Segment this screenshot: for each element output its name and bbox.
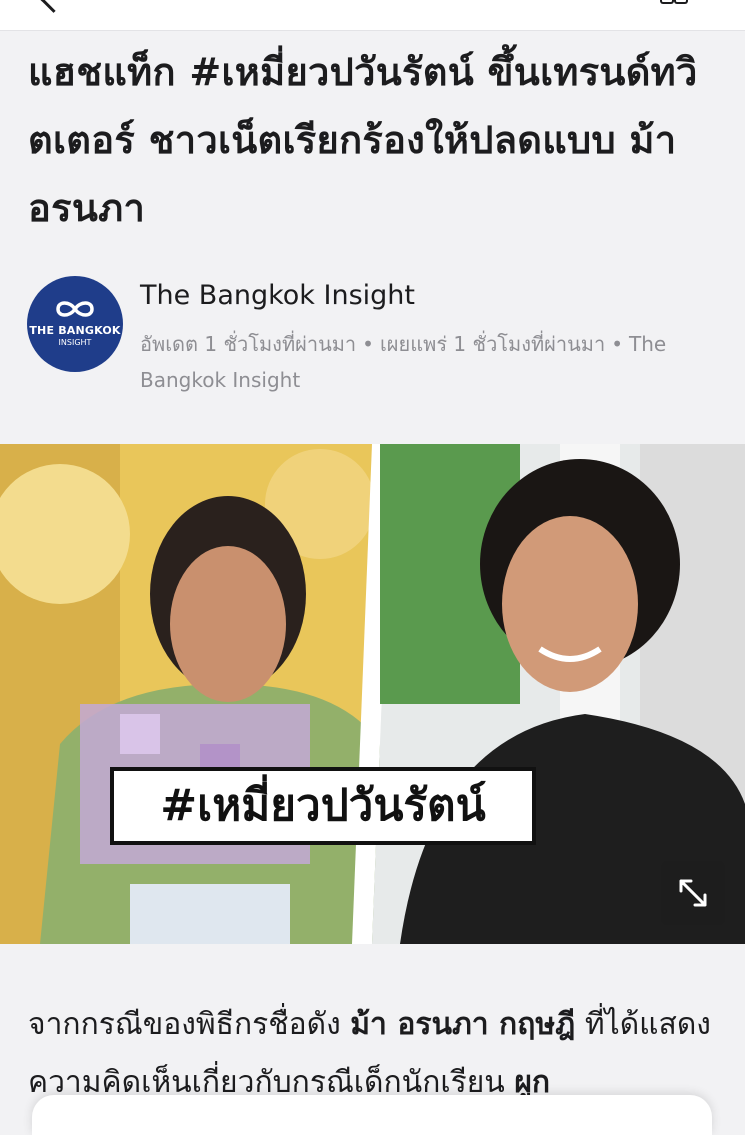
author-name[interactable]: The Bangkok Insight: [140, 280, 415, 311]
publisher-logo[interactable]: THE BANGKOK INSIGHT: [27, 276, 123, 372]
hero-photo: [0, 444, 745, 944]
body-text-bold: ม้า อรนภา กฤษฎี: [350, 1007, 576, 1042]
logo-text: THE BANGKOK: [29, 324, 121, 337]
body-text-segment: จากกรณีของพิธีกรชื่อดัง: [28, 1007, 351, 1042]
updated-time: อัพเดต 1 ชั่วโมงที่ผ่านมา: [140, 332, 357, 356]
published-time: เผยแพร่ 1 ชั่วโมงที่ผ่านมา: [379, 332, 606, 356]
chevron-left-icon[interactable]: [40, 0, 67, 13]
expand-icon[interactable]: [661, 861, 725, 925]
top-navigation-bar: [0, 0, 745, 31]
meta-separator: •: [611, 332, 624, 356]
bottom-sheet[interactable]: [32, 1095, 712, 1135]
image-hashtag-overlay: #เหมี่ยวปวันรัตน์: [110, 767, 536, 845]
logo-subtext: INSIGHT: [58, 338, 92, 347]
reader-mode-icon[interactable]: [660, 0, 690, 6]
infinity-logo-icon: [56, 301, 94, 317]
meta-separator: •: [362, 332, 374, 356]
article-meta: อัพเดต 1 ชั่วโมงที่ผ่านมา • เผยแพร่ 1 ชั่ว…: [140, 326, 700, 398]
article-hero-image[interactable]: #เหมี่ยวปวันรัตน์: [0, 444, 745, 944]
article-headline: แฮชแท็ก #เหมี่ยวปวันรัตน์ ขึ้นเทรนด์ทวิต…: [28, 50, 698, 230]
author-row: THE BANGKOK INSIGHT The Bangkok Insight …: [27, 276, 727, 396]
